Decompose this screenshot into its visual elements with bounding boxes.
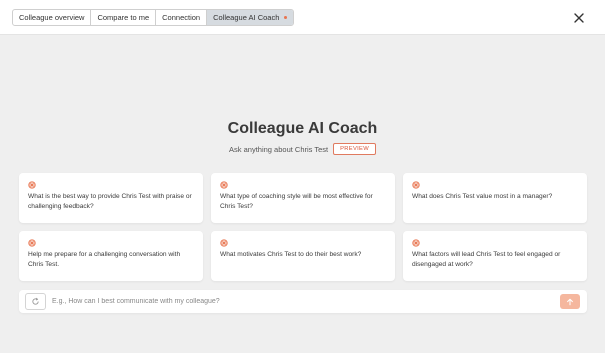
suggestion-text: What does Chris Test value most in a man… [412,193,553,200]
suggestion-card[interactable]: Help me prepare for a challenging conver… [19,231,203,281]
new-indicator-dot [284,16,288,19]
close-button[interactable] [571,10,587,26]
preview-badge: PREVIEW [333,143,376,155]
suggestion-card[interactable]: What is the best way to provide Chris Te… [19,173,203,223]
tab-label: Colleague AI Coach [213,13,280,22]
tab-colleague-ai-coach[interactable]: Colleague AI Coach [207,10,294,25]
close-icon [574,13,584,23]
tab-label: Colleague overview [19,13,85,22]
suggestion-text: Help me prepare for a challenging conver… [28,251,181,268]
sparkle-icon [412,181,420,189]
page-subtitle: Ask anything about Chris Test [229,144,329,154]
sparkle-icon [220,239,228,247]
arrow-up-icon [567,298,573,305]
tab-group: Colleague overview Compare to me Connect… [12,9,295,26]
suggestion-card[interactable]: What does Chris Test value most in a man… [403,173,587,223]
chat-input[interactable] [52,294,552,309]
suggestion-text: What is the best way to provide Chris Te… [28,193,192,210]
suggestion-text: What motivates Chris Test to do their be… [220,251,362,258]
chat-input-bar [19,290,587,313]
suggestion-card[interactable]: What motivates Chris Test to do their be… [211,231,395,281]
tab-colleague-overview[interactable]: Colleague overview [13,10,92,25]
suggestion-card[interactable]: What factors will lead Chris Test to fee… [403,231,587,281]
sparkle-icon [412,239,420,247]
tab-connection[interactable]: Connection [156,10,208,25]
suggestion-text: What factors will lead Chris Test to fee… [412,251,561,268]
top-bar: Colleague overview Compare to me Connect… [0,0,605,35]
tab-label: Compare to me [97,13,150,22]
subtitle-row: Ask anything about Chris Test PREVIEW [0,143,605,155]
tab-label: Connection [162,13,201,22]
refresh-button[interactable] [25,293,46,310]
suggestion-card[interactable]: What type of coaching style will be most… [211,173,395,223]
suggestion-text: What type of coaching style will be most… [220,193,373,210]
tab-compare-to-me[interactable]: Compare to me [91,10,157,25]
refresh-icon [32,297,39,305]
sparkle-icon [28,181,36,189]
send-button[interactable] [560,294,580,309]
sparkle-icon [28,239,36,247]
page-title: Colleague AI Coach [227,120,378,137]
sparkle-icon [220,181,228,189]
